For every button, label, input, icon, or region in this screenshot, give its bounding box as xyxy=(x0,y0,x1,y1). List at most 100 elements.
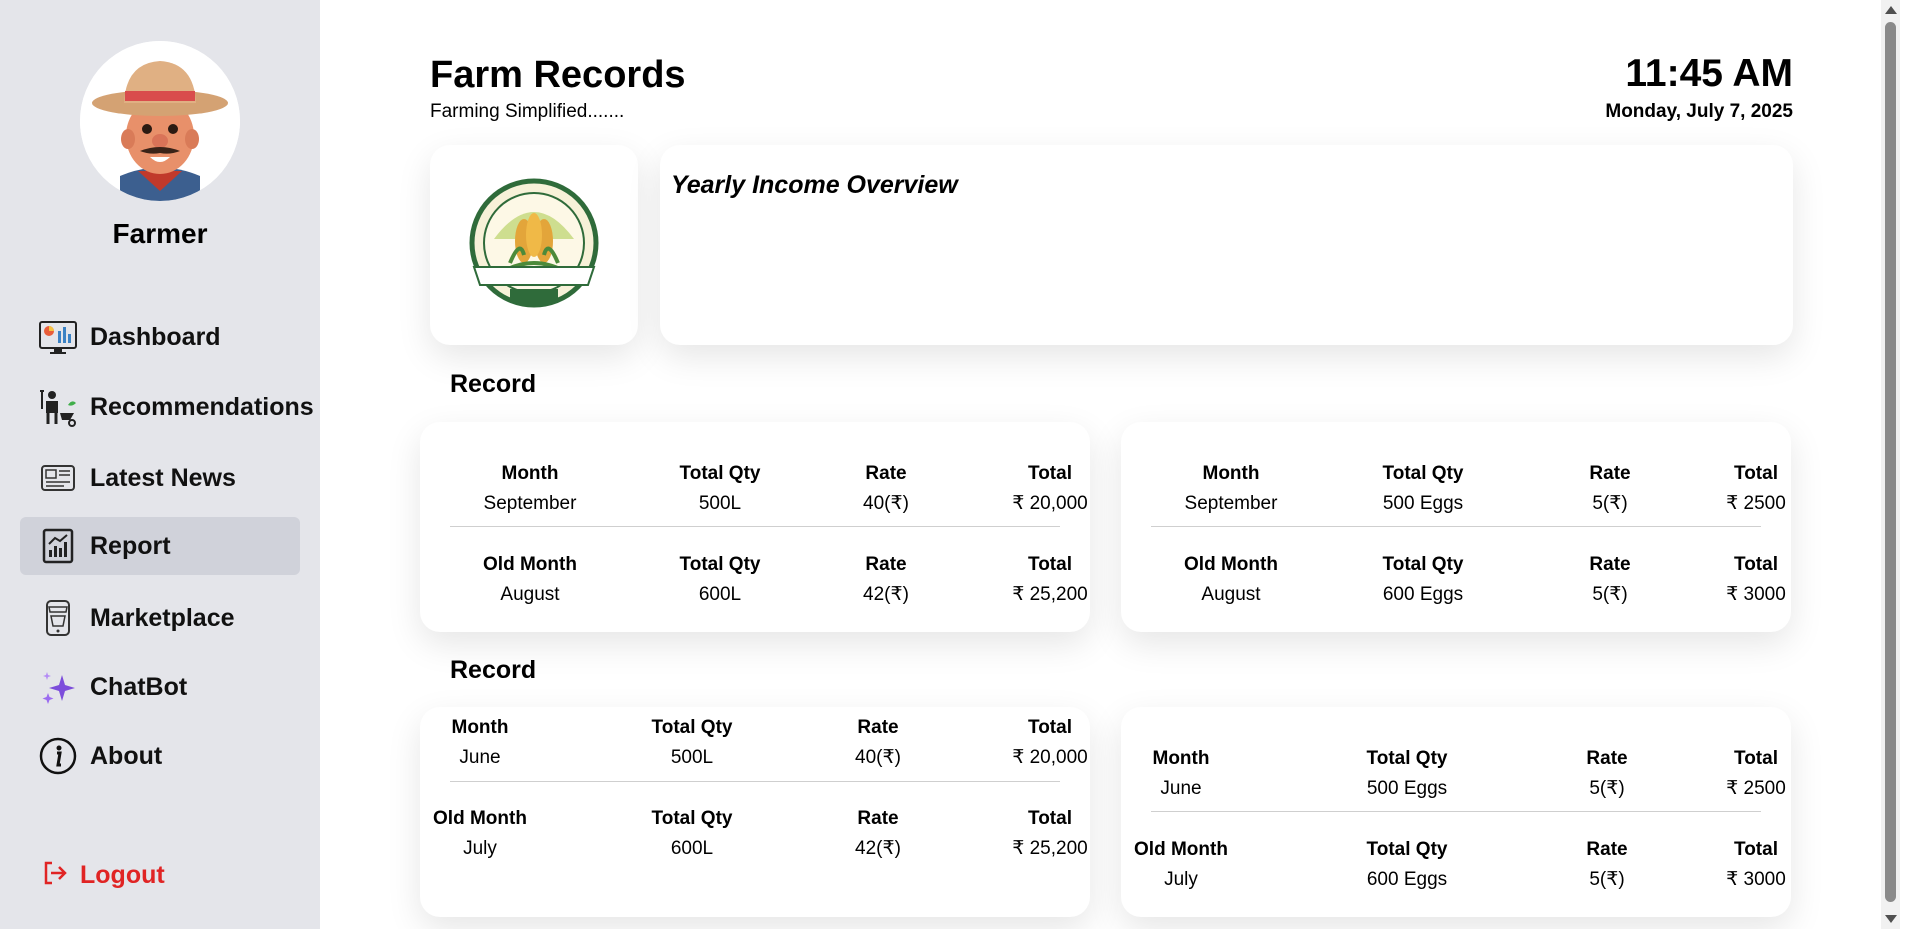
record-col-header: Rate xyxy=(857,717,899,738)
record-cell: Total Qty 600L xyxy=(640,550,800,610)
record-value: September xyxy=(1184,493,1278,514)
nav-label: Marketplace xyxy=(90,603,235,632)
record-value: ₹ 20,000 xyxy=(1012,493,1088,514)
record-card: Month June Total Qty 500 Eggs Rate 5(₹) Total ₹… xyxy=(1121,707,1791,917)
record-card: Month September Total Qty 500 Eggs Rate 5(₹) T… xyxy=(1121,422,1791,632)
record-col-header: Month xyxy=(501,463,559,484)
record-value: September xyxy=(483,493,577,514)
current-time: 11:45 AM xyxy=(1625,52,1793,95)
vertical-scrollbar[interactable] xyxy=(1881,0,1900,929)
record-value: 40(₹) xyxy=(855,747,901,768)
record-row: Month September Total Qty 500L Rate 40(₹) Tota… xyxy=(450,459,1088,521)
record-cell: Rate 5(₹) xyxy=(1530,459,1690,519)
record-col-header: Total Qty xyxy=(1366,839,1448,860)
record-cell: Rate 42(₹) xyxy=(798,804,958,864)
nav-recommendations[interactable]: Recommendations xyxy=(20,378,314,436)
record-cell: Rate 42(₹) xyxy=(806,550,966,610)
farmer-wheelbarrow-icon xyxy=(38,387,78,427)
record-value: 600L xyxy=(670,838,714,859)
record-col-header: Total xyxy=(1028,808,1072,829)
record-col-header: Total xyxy=(1734,839,1778,860)
record-col-header: Rate xyxy=(1589,554,1631,575)
record-cell: Month June xyxy=(400,713,560,773)
record-row: Month June Total Qty 500 Eggs Rate 5(₹) Total ₹… xyxy=(1151,744,1786,806)
record-cell: Total Qty 600L xyxy=(612,804,772,864)
record-value: 5(₹) xyxy=(1589,778,1625,799)
record-cell: Total ₹ 3000 xyxy=(1676,835,1836,895)
record-value: 600 Eggs xyxy=(1366,869,1448,890)
record-divider xyxy=(450,781,1060,782)
record-value: ₹ 3000 xyxy=(1726,584,1786,605)
record-cell: Total ₹ 25,200 xyxy=(970,550,1130,610)
record-cell: Old Month July xyxy=(400,804,560,864)
record-cell: Month June xyxy=(1101,744,1261,804)
record-row: Month September Total Qty 500 Eggs Rate 5(₹) T… xyxy=(1151,459,1786,521)
newspaper-icon xyxy=(38,458,78,498)
scroll-down-icon[interactable] xyxy=(1885,915,1897,923)
nav-label: Recommendations xyxy=(90,392,314,421)
record-col-header: Total Qty xyxy=(679,463,761,484)
record-value: 40(₹) xyxy=(863,493,909,514)
nav-report[interactable]: Report xyxy=(20,517,300,575)
record-value: ₹ 2500 xyxy=(1726,493,1786,514)
record-col-header: Rate xyxy=(857,808,899,829)
record-divider xyxy=(1151,526,1761,527)
record-col-header: Total Qty xyxy=(651,808,733,829)
section-heading: Record xyxy=(450,370,537,398)
scroll-thumb[interactable] xyxy=(1885,22,1896,902)
record-card: Month June Total Qty 500L Rate 40(₹) Total ₹ 20… xyxy=(420,707,1090,917)
sparkle-icon xyxy=(38,667,78,707)
record-cell: Total ₹ 2500 xyxy=(1676,744,1836,804)
record-row: Old Month July Total Qty 600 Eggs Rate 5(₹) To… xyxy=(1134,835,1786,897)
record-cell: Total Qty 500L xyxy=(612,713,772,773)
record-cell: Rate 5(₹) xyxy=(1527,744,1687,804)
record-col-header: Total xyxy=(1028,717,1072,738)
section-heading: Record xyxy=(450,656,537,684)
record-cell: Total Qty 500 Eggs xyxy=(1327,744,1487,804)
record-col-header: Total xyxy=(1734,748,1778,769)
record-col-header: Rate xyxy=(1586,839,1628,860)
income-card-title: Yearly Income Overview xyxy=(671,171,958,199)
logout-label: Logout xyxy=(80,861,165,889)
record-cell: Rate 5(₹) xyxy=(1527,835,1687,895)
record-divider xyxy=(450,526,1060,527)
record-divider xyxy=(1151,811,1761,812)
record-col-header: Rate xyxy=(865,554,907,575)
record-col-header: Rate xyxy=(865,463,907,484)
nav-dashboard[interactable]: Dashboard xyxy=(20,308,300,366)
nav-label: Dashboard xyxy=(90,322,221,351)
record-col-header: Total xyxy=(1734,554,1778,575)
record-cell: Old Month August xyxy=(450,550,610,610)
nav-marketplace[interactable]: Marketplace xyxy=(20,589,300,647)
record-value: 5(₹) xyxy=(1589,869,1625,890)
nav-latest-news[interactable]: Latest News xyxy=(20,449,300,507)
record-col-header: Rate xyxy=(1586,748,1628,769)
record-value: 500L xyxy=(670,747,714,768)
record-value: ₹ 25,200 xyxy=(1012,584,1088,605)
record-value: July xyxy=(463,838,497,859)
record-col-header: Total Qty xyxy=(1366,748,1448,769)
record-col-header: Total Qty xyxy=(1382,463,1464,484)
record-value: 500 Eggs xyxy=(1382,493,1464,514)
record-cell: Total Qty 600 Eggs xyxy=(1327,835,1487,895)
nav-about[interactable]: About xyxy=(20,727,300,785)
logo-card xyxy=(430,145,638,345)
record-value: ₹ 2500 xyxy=(1726,778,1786,799)
record-value: 42(₹) xyxy=(855,838,901,859)
record-cell: Month September xyxy=(1151,459,1311,519)
record-col-header: Total Qty xyxy=(651,717,733,738)
nav-chatbot[interactable]: ChatBot xyxy=(20,658,300,716)
record-value: 5(₹) xyxy=(1592,493,1628,514)
record-row: Month June Total Qty 500L Rate 40(₹) Total ₹ 20… xyxy=(450,713,1088,775)
record-cell: Old Month July xyxy=(1101,835,1261,895)
logout-icon xyxy=(42,860,68,891)
scroll-up-icon[interactable] xyxy=(1885,6,1897,14)
record-col-header: Old Month xyxy=(1184,554,1278,575)
report-chart-icon xyxy=(38,526,78,566)
record-cell: Total ₹ 20,000 xyxy=(970,459,1130,519)
storefront-icon xyxy=(38,598,78,638)
record-value: August xyxy=(500,584,560,605)
logout-button[interactable]: Logout xyxy=(42,860,165,891)
record-value: 600L xyxy=(698,584,742,605)
nav-label: About xyxy=(90,741,163,770)
